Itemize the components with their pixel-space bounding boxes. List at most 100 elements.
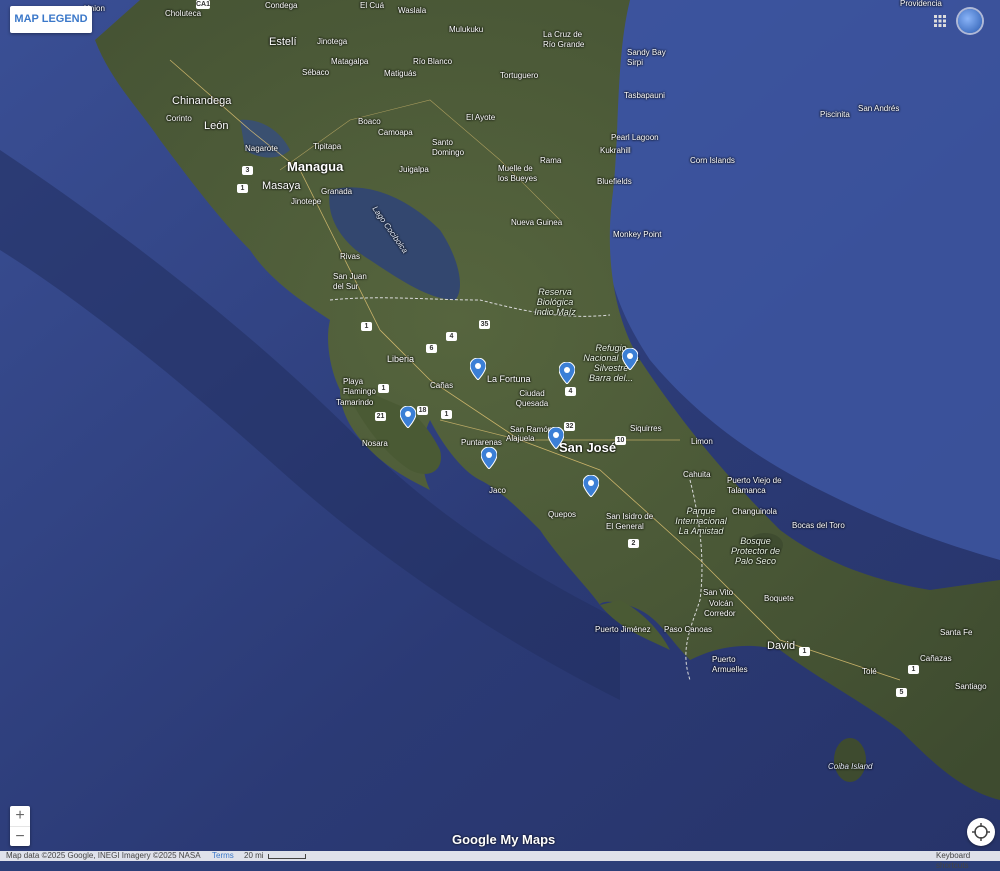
label-bocas: Bocas del Toro bbox=[792, 521, 845, 530]
label-reserva: Reserva Biológica Indio Maíz bbox=[534, 287, 576, 317]
label-la-cruz: La Cruz de Río Grande bbox=[543, 30, 585, 49]
label-santiago: Santiago bbox=[955, 682, 987, 691]
road-shield: 4 bbox=[565, 387, 576, 396]
road-shield: CA1 bbox=[196, 0, 211, 9]
label-santo-domingo: Santo Domingo bbox=[432, 138, 465, 157]
label-canazas: Cañazas bbox=[920, 654, 952, 663]
label-monkey-point: Monkey Point bbox=[613, 230, 662, 239]
road-shield: 35 bbox=[479, 320, 490, 329]
road-shield: 10 bbox=[615, 436, 626, 445]
label-volcan: Volcán bbox=[709, 599, 734, 608]
label-puerto-viejo: Puerto Viejo de Talamanca bbox=[727, 476, 782, 495]
label-el-ayote: El Ayote bbox=[466, 113, 496, 122]
zoom-out-button[interactable]: − bbox=[10, 826, 30, 847]
label-santa-fe: Santa Fe bbox=[940, 628, 973, 637]
road-shield: 4 bbox=[446, 332, 457, 341]
label-cahuita: Cahuita bbox=[683, 470, 711, 479]
label-leon: León bbox=[204, 120, 229, 132]
label-juigalpa: Juigalpa bbox=[399, 165, 429, 174]
label-el-cua: El Cuá bbox=[360, 1, 385, 10]
label-ciudad-quesada: Ciudad Quesada bbox=[515, 389, 549, 408]
label-boaco: Boaco bbox=[358, 117, 381, 126]
road-shield: 18 bbox=[417, 406, 428, 415]
road-shield: 1 bbox=[361, 322, 372, 331]
la-fortuna-marker[interactable] bbox=[470, 358, 486, 380]
label-san-vito: San Vito bbox=[703, 588, 734, 597]
ciudad-quesada-area-marker[interactable] bbox=[559, 362, 575, 384]
label-liberia: Liberia bbox=[387, 354, 415, 364]
crosshair-icon bbox=[972, 823, 990, 841]
label-jinotega: Jinotega bbox=[317, 37, 348, 46]
label-tortuguero: Tortuguero bbox=[500, 71, 539, 80]
label-san-andres: San Andrés bbox=[858, 104, 900, 113]
label-masaya: Masaya bbox=[262, 180, 301, 192]
label-sebaco: Sébaco bbox=[302, 68, 330, 77]
label-matiguas: Matiguás bbox=[384, 69, 417, 78]
label-siquirres: Siquirres bbox=[630, 424, 662, 433]
label-quepos: Quepos bbox=[548, 510, 577, 519]
label-jinotepe: Jinotepe bbox=[291, 197, 322, 206]
keyboard-shortcuts-link[interactable]: Keyboard shortcuts bbox=[936, 851, 1000, 871]
label-playa-flamingo: Playa Flamingo bbox=[343, 377, 376, 396]
road-shield: 1 bbox=[378, 384, 389, 393]
zoom-control: + − bbox=[10, 806, 30, 846]
label-jaco: Jaco bbox=[489, 486, 506, 495]
map-legend-button[interactable]: MAP LEGEND bbox=[10, 6, 92, 33]
label-tasbapauni: Tasbapauni bbox=[624, 91, 665, 100]
label-bosque: Bosque Protector de Palo Seco bbox=[730, 536, 781, 566]
label-pearl-lagoon: Pearl Lagoon bbox=[611, 133, 659, 142]
label-alajuela: Alajuela bbox=[506, 434, 535, 443]
label-san-jose: San José bbox=[559, 440, 617, 455]
scale-label: 20 mi bbox=[244, 851, 264, 860]
nicoya-marker[interactable] bbox=[400, 406, 416, 428]
road-shield: 1 bbox=[908, 665, 919, 674]
label-piscinita: Piscinita bbox=[820, 110, 850, 119]
map-footer: Map data ©2025 Google, INEGI Imagery ©20… bbox=[0, 851, 1000, 870]
label-camoapa: Camoapa bbox=[378, 128, 413, 137]
label-bluefields: Bluefields bbox=[597, 177, 632, 186]
road-shield: 2 bbox=[628, 539, 639, 548]
label-san-isidro: San Isidro de El General bbox=[606, 512, 654, 531]
label-nagarote: Nagarote bbox=[245, 144, 278, 153]
label-muelle: Muelle de los Bueyes bbox=[498, 164, 538, 183]
label-tamarindo: Tamarindo bbox=[336, 398, 374, 407]
road-shield: 21 bbox=[375, 412, 386, 421]
label-corn-islands: Corn Islands bbox=[690, 156, 735, 165]
my-location-button[interactable] bbox=[967, 818, 995, 846]
label-corinto: Corinto bbox=[166, 114, 192, 123]
label-san-juan: San Juan del Sur bbox=[333, 272, 367, 291]
label-sandy-bay: Sandy Bay Sirpi bbox=[627, 48, 666, 67]
road-shield: 1 bbox=[799, 647, 810, 656]
label-boquete: Boquete bbox=[764, 594, 794, 603]
scale-bar bbox=[268, 854, 306, 859]
label-nosara: Nosara bbox=[362, 439, 388, 448]
satellite-map[interactable] bbox=[0, 0, 1000, 861]
label-la-fortuna: La Fortuna bbox=[487, 374, 531, 384]
road-shield: 6 bbox=[426, 344, 437, 353]
label-rivas: Rivas bbox=[340, 252, 361, 261]
road-shield: 1 bbox=[441, 410, 452, 419]
san-jose-marker[interactable] bbox=[548, 427, 564, 449]
jaco-marker[interactable] bbox=[481, 447, 497, 469]
label-tipitapa: Tipitapa bbox=[313, 142, 342, 151]
label-limon: Limon bbox=[691, 437, 713, 446]
label-kukrahill: Kukrahill bbox=[600, 146, 631, 155]
apps-grid-icon[interactable] bbox=[934, 15, 946, 27]
label-granada: Granada bbox=[321, 187, 353, 196]
zoom-in-button[interactable]: + bbox=[10, 806, 30, 826]
attribution-text: Map data ©2025 Google, INEGI Imagery ©20… bbox=[6, 851, 201, 860]
tortuguero-refuge-marker[interactable] bbox=[622, 348, 638, 370]
san-isidro-marker[interactable] bbox=[583, 475, 599, 497]
label-paso-canoas: Paso Canoas bbox=[664, 625, 713, 634]
road-shield: 5 bbox=[896, 688, 907, 697]
account-avatar-icon[interactable] bbox=[958, 9, 982, 33]
label-chinandega: Chinandega bbox=[172, 95, 232, 107]
label-corredor: Corredor bbox=[704, 609, 736, 618]
label-managua: Managua bbox=[287, 159, 344, 174]
label-waslala: Waslala bbox=[398, 6, 427, 15]
label-rio-blanco: Río Blanco bbox=[413, 57, 453, 66]
terms-link[interactable]: Terms bbox=[212, 851, 234, 861]
label-mulukuku: Mulukuku bbox=[449, 25, 484, 34]
road-shield: 3 bbox=[242, 166, 253, 175]
label-choluteca: Choluteca bbox=[165, 9, 202, 18]
